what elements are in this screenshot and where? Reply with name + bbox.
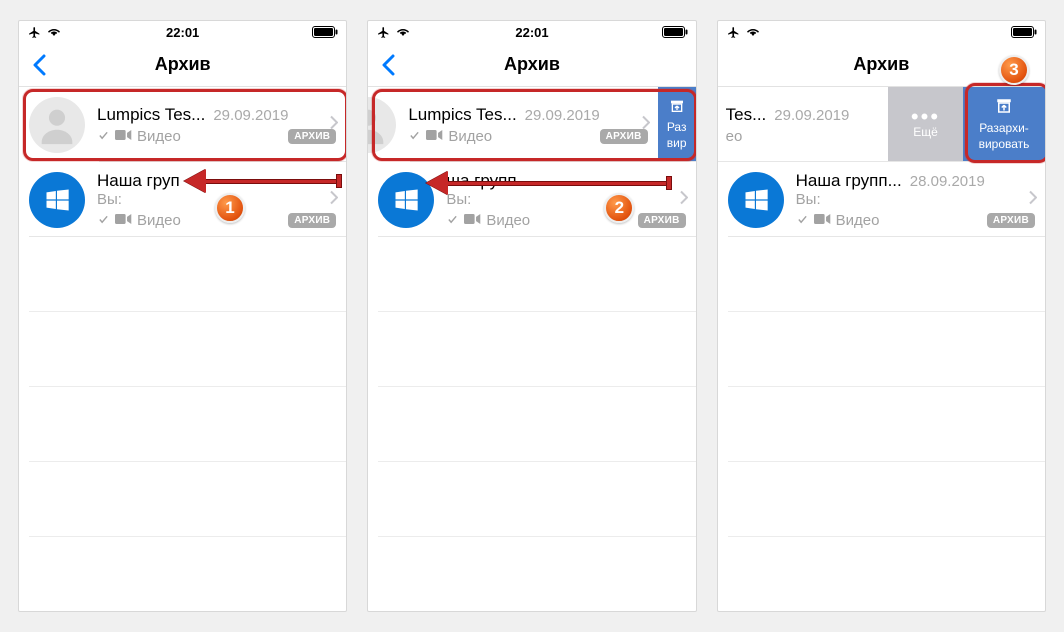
unarchive-action[interactable]: Разархи- вировать xyxy=(963,87,1045,162)
airplane-icon xyxy=(726,26,741,39)
chevron-right-icon xyxy=(680,190,688,209)
chat-name: Наша групп... xyxy=(796,171,902,191)
archive-badge: АРХИВ xyxy=(288,129,336,144)
chat-msg: Видео xyxy=(836,212,880,229)
chevron-right-icon xyxy=(642,115,650,134)
chat-row[interactable]: Наша групп... 28.09.2019 Вы: Видео АРХИВ xyxy=(718,162,1045,237)
phone-screen-2: 22:01 Архив Lumpics Tes... 29.09.2019 xyxy=(367,20,696,612)
chat-row[interactable]: Наша груп 28.09.2019 Вы: Видео АРХИВ xyxy=(19,162,346,237)
chat-name: ша групп xyxy=(446,171,516,191)
chat-msg: Видео xyxy=(486,212,530,229)
back-button[interactable] xyxy=(25,51,53,79)
video-icon xyxy=(426,128,443,145)
chat-msg: Видео xyxy=(137,128,181,145)
check-icon xyxy=(408,128,421,145)
page-title: Архив xyxy=(504,54,560,75)
check-icon xyxy=(796,212,809,229)
archive-badge: АРХИВ xyxy=(288,213,336,228)
airplane-icon xyxy=(27,26,42,39)
archive-badge: АРХИВ xyxy=(638,213,686,228)
archive-badge: АРХИВ xyxy=(987,213,1035,228)
chevron-right-icon xyxy=(330,190,338,209)
status-bar: 22:01 xyxy=(368,21,695,43)
wifi-icon xyxy=(46,26,62,38)
battery-icon xyxy=(662,26,688,38)
video-icon xyxy=(115,128,132,145)
navbar: Архив xyxy=(19,43,346,87)
page-title: Архив xyxy=(155,54,211,75)
archive-badge: АРХИВ xyxy=(600,129,648,144)
you-label: Вы: xyxy=(97,191,122,208)
phone-screen-3: 22:01 Архив Tes... 29.09.2019 ео АРХИВ xyxy=(717,20,1046,612)
chat-msg: Видео xyxy=(137,212,181,229)
chat-date: 29.09.2019 xyxy=(774,107,849,124)
avatar xyxy=(29,97,85,153)
ellipsis-icon: ••• xyxy=(911,110,940,123)
chat-row[interactable]: Lumpics Tes... 29.09.2019 Видео АРХИВ xyxy=(367,87,657,162)
chat-name: Lumpics Tes... xyxy=(97,105,205,125)
chat-name: Наша груп xyxy=(97,171,180,191)
chat-row[interactable]: ша групп Вы: Видео АРХИВ xyxy=(368,162,695,237)
you-label: Вы: xyxy=(796,191,821,208)
unarchive-icon xyxy=(668,98,686,118)
status-bar: 22:01 xyxy=(718,21,1045,43)
chat-msg: Видео xyxy=(448,128,492,145)
chat-name: Tes... xyxy=(726,105,767,125)
more-action[interactable]: ••• Ещё xyxy=(888,87,963,162)
back-button[interactable] xyxy=(374,51,402,79)
navbar: Архив xyxy=(718,43,1045,87)
check-icon xyxy=(97,128,110,145)
chevron-right-icon xyxy=(1029,190,1037,209)
chat-date: 28.09.2019 xyxy=(910,173,985,190)
chat-date: 29.09.2019 xyxy=(213,107,288,124)
avatar xyxy=(378,172,434,228)
avatar xyxy=(367,97,396,153)
check-icon xyxy=(97,212,110,229)
chat-date: 29.09.2019 xyxy=(525,107,600,124)
clock-text: 22:01 xyxy=(515,25,548,40)
chat-msg: ео xyxy=(726,128,743,145)
video-icon xyxy=(115,212,132,229)
check-icon xyxy=(446,212,459,229)
avatar xyxy=(728,172,784,228)
page-title: Архив xyxy=(853,54,909,75)
navbar: Архив xyxy=(368,43,695,87)
unarchive-icon xyxy=(994,97,1014,119)
battery-icon xyxy=(312,26,338,38)
unarchive-action-partial[interactable]: Раз вир xyxy=(658,87,696,162)
wifi-icon xyxy=(395,26,411,38)
status-bar: 22:01 xyxy=(19,21,346,43)
video-icon xyxy=(464,212,481,229)
chevron-right-icon xyxy=(330,115,338,134)
chat-name: Lumpics Tes... xyxy=(408,105,516,125)
wifi-icon xyxy=(745,26,761,38)
chat-row[interactable]: Lumpics Tes... 29.09.2019 Видео АРХИВ xyxy=(19,87,346,162)
you-label: Вы: xyxy=(446,191,471,208)
video-icon xyxy=(814,212,831,229)
airplane-icon xyxy=(376,26,391,39)
clock-text: 22:01 xyxy=(166,25,199,40)
avatar xyxy=(29,172,85,228)
phone-screen-1: 22:01 Архив Lumpics Tes... 29.09.2019 xyxy=(18,20,347,612)
battery-icon xyxy=(1011,26,1037,38)
